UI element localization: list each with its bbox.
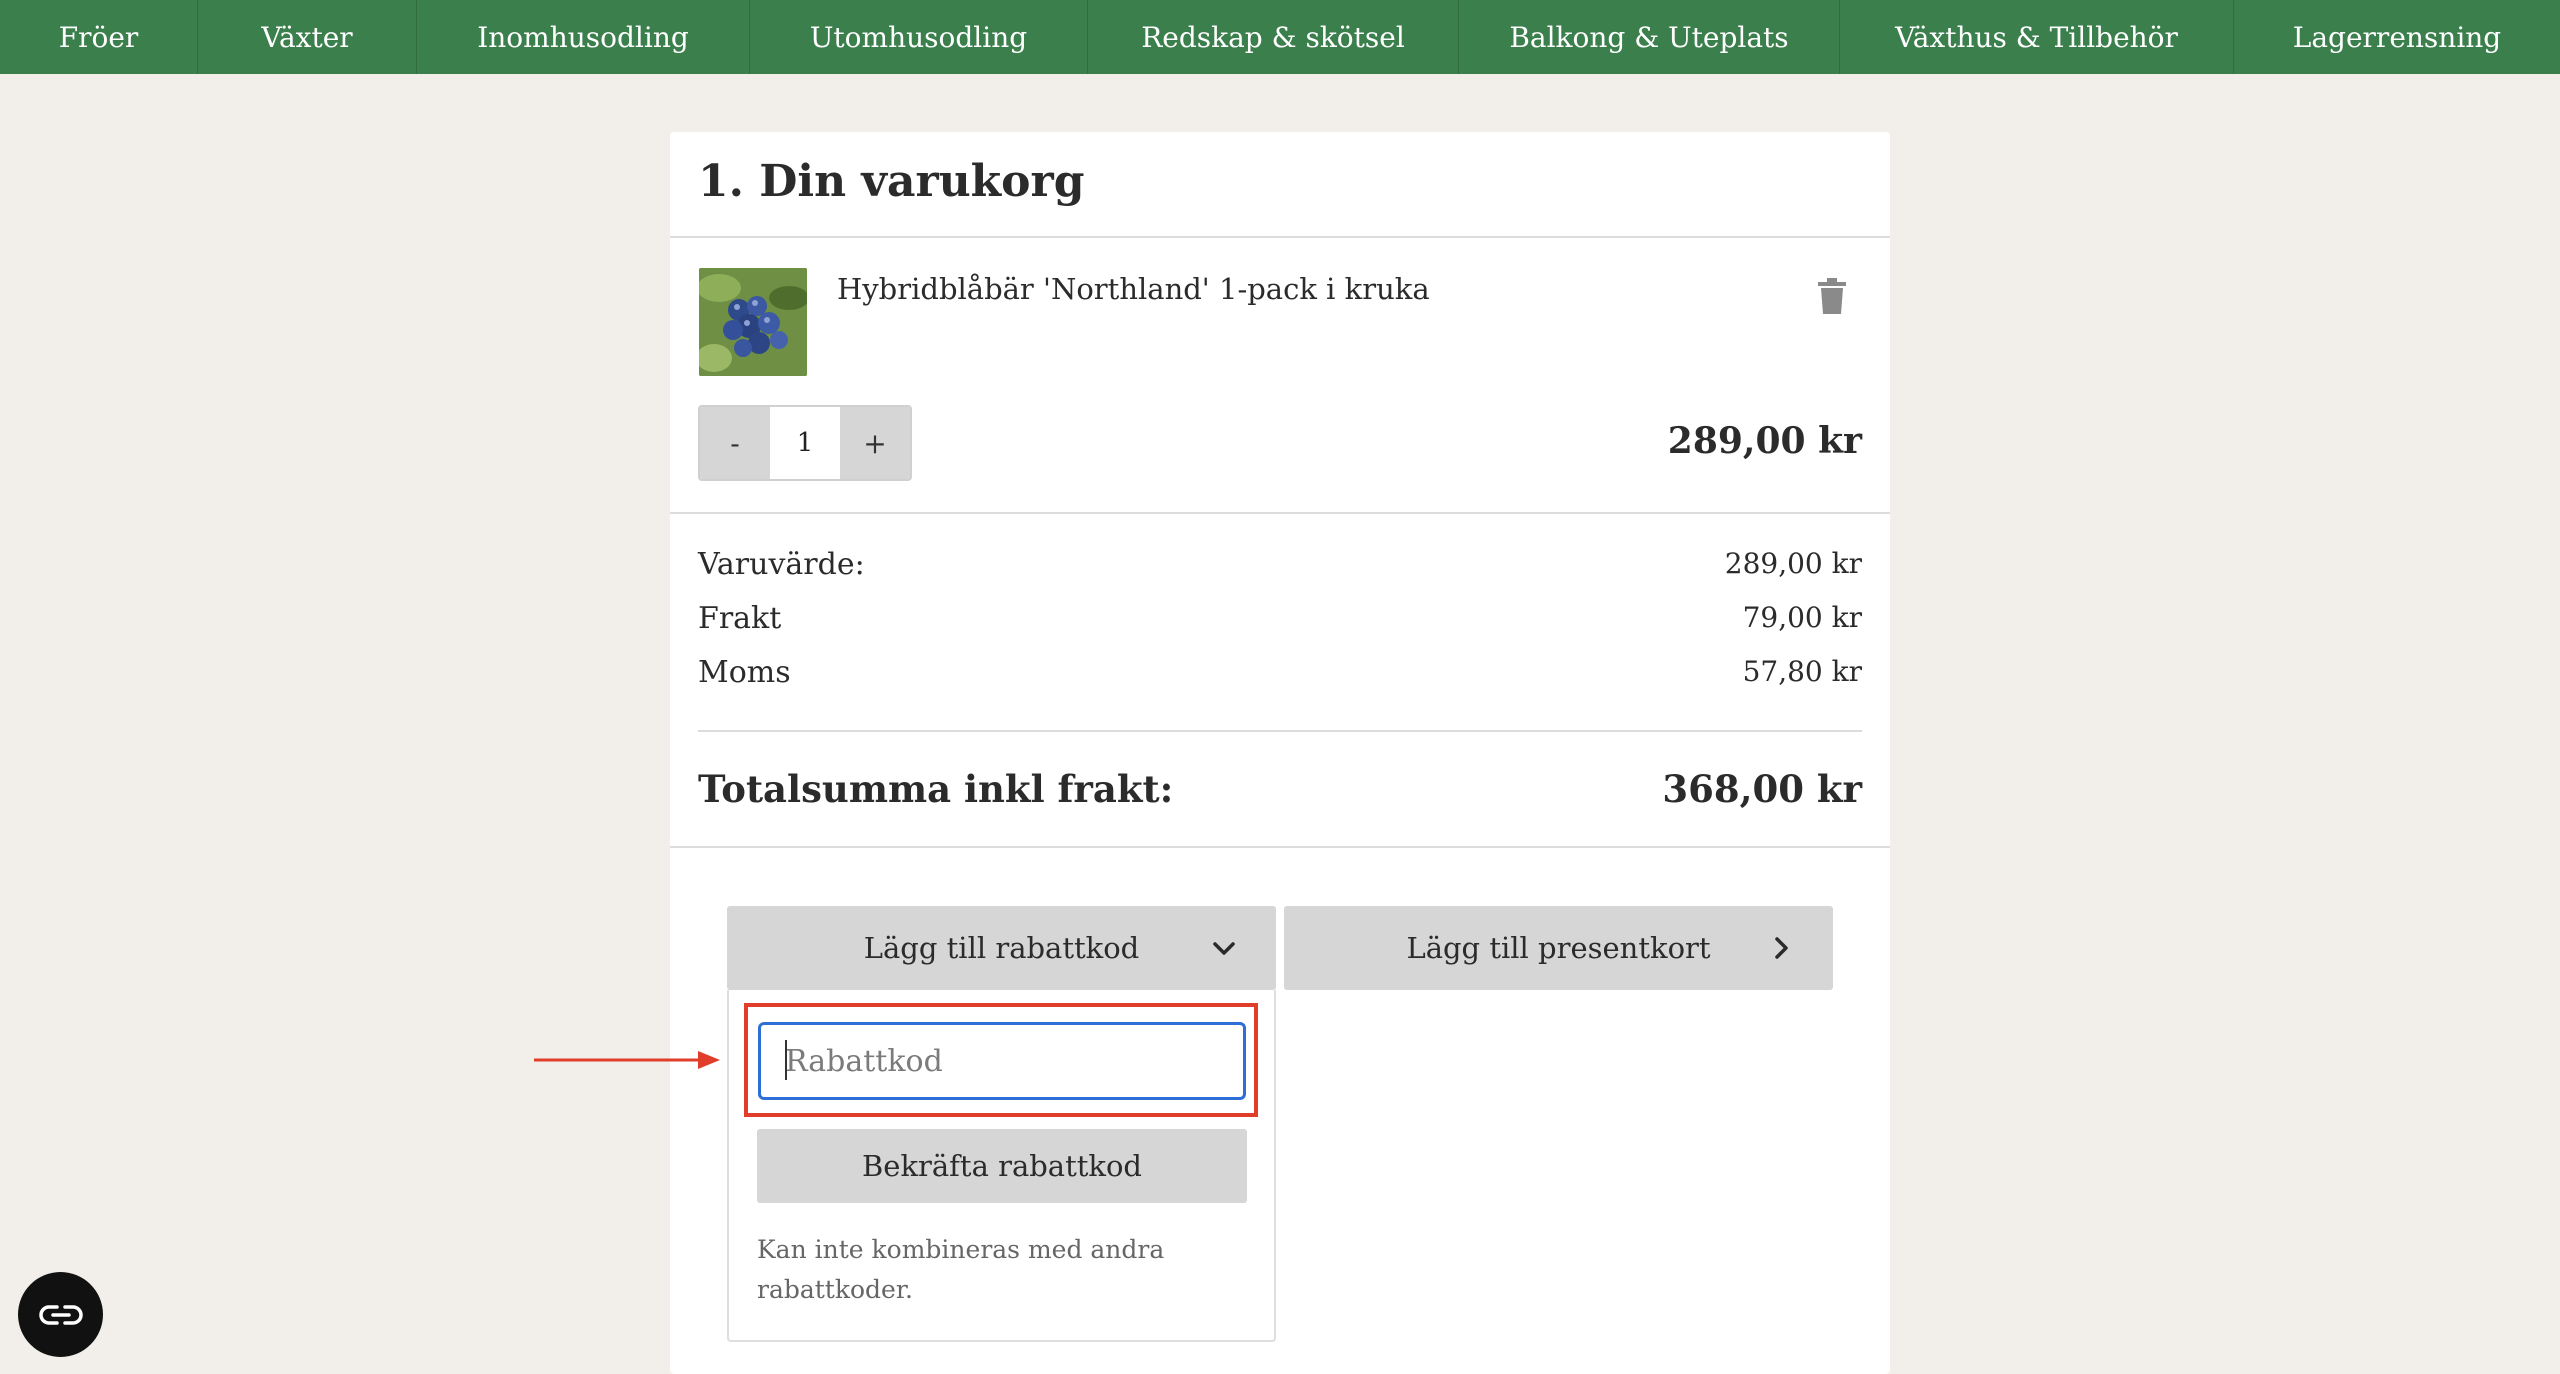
- giftcard-toggle-label: Lägg till presentkort: [1406, 931, 1711, 965]
- divider: [670, 236, 1890, 238]
- divider: [670, 846, 1890, 848]
- nav-item-utomhusodling[interactable]: Utomhusodling: [750, 0, 1088, 74]
- summary-vat-value: 57,80 kr: [1742, 655, 1862, 688]
- total-label: Totalsumma inkl frakt:: [698, 767, 1174, 811]
- line-item-price: 289,00 kr: [1667, 420, 1862, 462]
- summary-goods-label: Varuvärde:: [698, 547, 865, 582]
- discount-note: Kan inte kombineras med andra rabattkode…: [757, 1235, 1165, 1304]
- discount-code-input[interactable]: [758, 1022, 1246, 1100]
- nav-item-balkong-uteplats[interactable]: Balkong & Uteplats: [1459, 0, 1840, 74]
- summary-shipping-label: Frakt: [698, 601, 782, 636]
- discount-toggle-button[interactable]: Lägg till rabattkod: [727, 906, 1276, 990]
- discount-toggle-label: Lägg till rabattkod: [863, 931, 1140, 965]
- nav-item-vaxthus-tillbehor[interactable]: Växthus & Tillbehör: [1840, 0, 2234, 74]
- divider: [670, 512, 1890, 514]
- nav-item-inomhusodling[interactable]: Inomhusodling: [417, 0, 750, 74]
- quantity-stepper: - 1 +: [698, 405, 912, 481]
- chevron-right-icon: [1775, 937, 1788, 959]
- nav-item-lagerrensning[interactable]: Lagerrensning: [2234, 0, 2560, 74]
- text-caret: [785, 1040, 787, 1080]
- arrow-right-icon: [534, 1051, 720, 1069]
- giftcard-toggle-button[interactable]: Lägg till presentkort: [1284, 906, 1833, 990]
- trash-icon[interactable]: [1818, 278, 1846, 314]
- nav-item-froer[interactable]: Fröer: [0, 0, 198, 74]
- divider: [698, 730, 1862, 732]
- nav-item-redskap-skotsel[interactable]: Redskap & skötsel: [1088, 0, 1459, 74]
- confirm-discount-button[interactable]: Bekräfta rabattkod: [757, 1129, 1247, 1203]
- product-image[interactable]: [699, 268, 807, 376]
- nav-item-vaxter[interactable]: Växter: [198, 0, 417, 74]
- quantity-value[interactable]: 1: [770, 407, 840, 479]
- increase-quantity-button[interactable]: +: [840, 407, 910, 479]
- summary-vat-label: Moms: [698, 655, 791, 690]
- chevron-down-icon: [1213, 942, 1235, 955]
- summary-goods-row: Varuvärde: 289,00 kr: [698, 547, 1862, 582]
- summary-vat-row: Moms 57,80 kr: [698, 655, 1862, 690]
- summary-shipping-row: Frakt 79,00 kr: [698, 601, 1862, 636]
- summary-goods-value: 289,00 kr: [1724, 547, 1862, 580]
- accessibility-button[interactable]: [18, 1272, 103, 1357]
- summary-shipping-value: 79,00 kr: [1742, 601, 1862, 634]
- total-value: 368,00 kr: [1662, 767, 1862, 811]
- main-navigation: Fröer Växter Inomhusodling Utomhusodling…: [0, 0, 2560, 74]
- cart-title: 1. Din varukorg: [698, 156, 1085, 207]
- blueberry-icon: [699, 268, 807, 376]
- product-name[interactable]: Hybridblåbär 'Northland' 1-pack i kruka: [837, 272, 1430, 306]
- total-row: Totalsumma inkl frakt: 368,00 kr: [698, 767, 1862, 811]
- decrease-quantity-button[interactable]: -: [700, 407, 770, 479]
- link-icon: [38, 1304, 83, 1325]
